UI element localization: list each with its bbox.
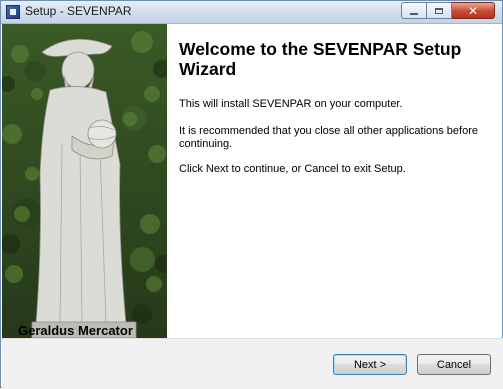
setup-app-icon[interactable] bbox=[6, 5, 20, 19]
maximize-button[interactable] bbox=[427, 2, 452, 19]
title-bar[interactable]: Setup - SEVENPAR ✕ bbox=[1, 1, 502, 24]
close-icon: ✕ bbox=[467, 3, 479, 18]
welcome-panel: Welcome to the SEVENPAR Setup Wizard Thi… bbox=[168, 24, 502, 338]
next-button[interactable]: Next > bbox=[333, 354, 407, 375]
minimize-button[interactable] bbox=[401, 2, 427, 19]
wizard-heading: Welcome to the SEVENPAR Setup Wizard bbox=[179, 39, 462, 79]
close-apps-text: It is recommended that you close all oth… bbox=[179, 125, 478, 150]
setup-wizard-window: Setup - SEVENPAR ✕ Geraldus Mercator Wel… bbox=[0, 0, 503, 389]
wizard-side-image: Geraldus Mercator bbox=[2, 24, 167, 338]
minimize-icon bbox=[410, 12, 418, 15]
cancel-button[interactable]: Cancel bbox=[417, 354, 491, 375]
close-button[interactable]: ✕ bbox=[452, 2, 495, 19]
install-info-text: This will install SEVENPAR on your compu… bbox=[179, 98, 403, 110]
instructions-text: Click Next to continue, or Cancel to exi… bbox=[179, 163, 406, 175]
button-bar: Next > Cancel bbox=[2, 338, 503, 389]
statue-caption: Geraldus Mercator bbox=[18, 323, 133, 338]
statue-photo: Geraldus Mercator bbox=[2, 31, 167, 338]
maximize-icon bbox=[435, 7, 443, 14]
caption-buttons: ✕ bbox=[401, 2, 495, 19]
window-title: Setup - SEVENPAR bbox=[25, 4, 132, 18]
